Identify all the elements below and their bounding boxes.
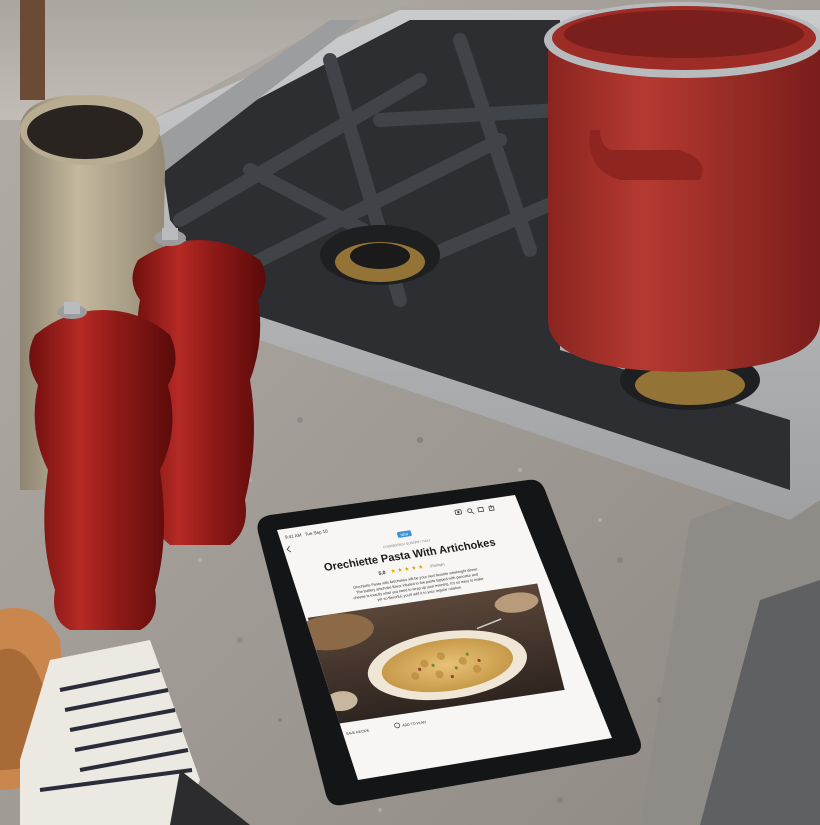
red-stockpot xyxy=(544,2,820,372)
kitchen-photo: 9:41 AM Tue Sep 10 NEW COOKBOOKS / EUROP… xyxy=(0,0,820,825)
